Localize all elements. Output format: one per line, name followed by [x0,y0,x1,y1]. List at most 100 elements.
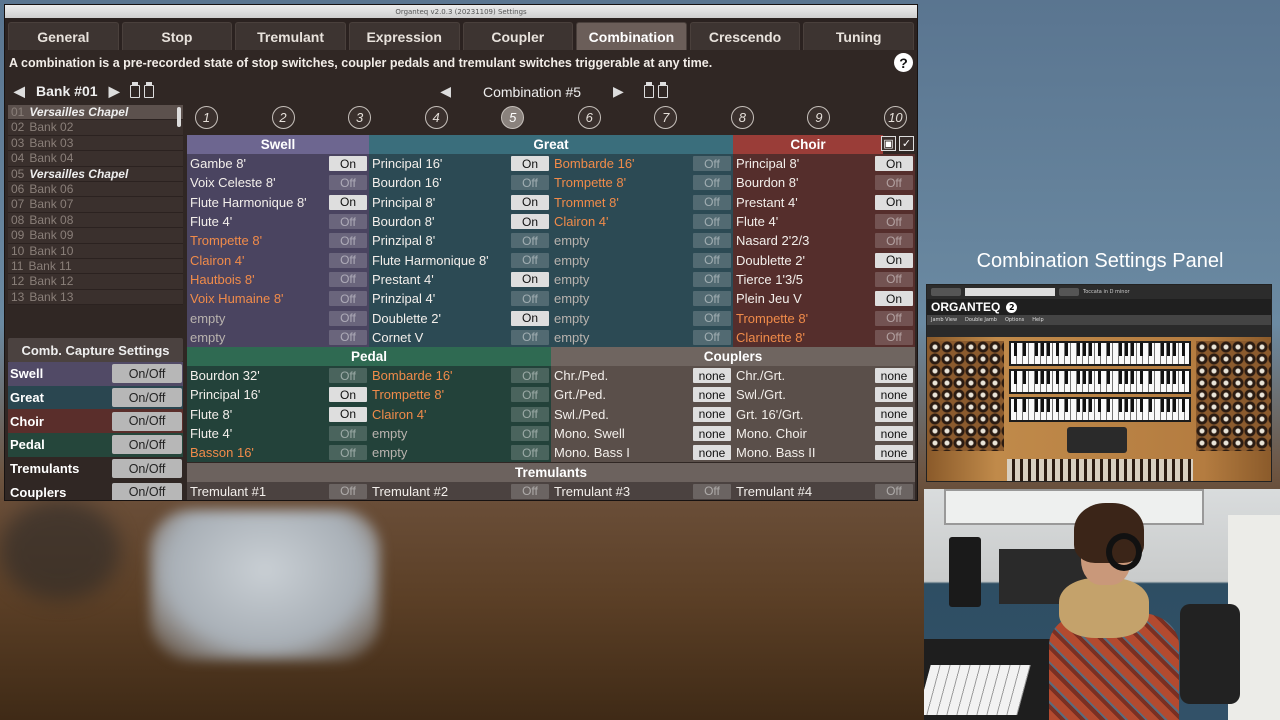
stop-toggle[interactable]: Off [693,252,731,268]
stop-toggle[interactable]: Off [693,175,731,191]
stop-toggle[interactable]: none [693,426,731,442]
capture-toggle-button[interactable]: On/Off [112,459,182,479]
tab-expression[interactable]: Expression [348,22,460,50]
stop-toggle[interactable]: On [329,406,367,422]
stop-toggle[interactable]: none [875,445,913,461]
stop-toggle[interactable]: Off [693,233,731,249]
stop-toggle[interactable]: Off [511,406,549,422]
next-bank-arrow-icon[interactable]: ▶ [103,83,126,100]
stop-toggle[interactable]: Off [329,214,367,230]
stop-toggle[interactable]: On [511,310,549,326]
stop-toggle[interactable]: none [693,387,731,403]
url-bar[interactable] [965,288,1055,296]
combination-button-3[interactable]: 3 [348,106,372,129]
stop-toggle[interactable]: Off [875,233,913,249]
copy-combination-icon[interactable] [643,82,654,98]
stop-toggle[interactable]: On [511,194,549,210]
stop-toggle[interactable]: Off [693,194,731,210]
stop-toggle[interactable]: none [875,406,913,422]
bank-list-item[interactable]: 13 Bank 13 [8,289,183,306]
capture-toggle-button[interactable]: On/Off [112,411,182,431]
stop-toggle[interactable]: Off [329,233,367,249]
combination-button-4[interactable]: 4 [424,106,448,129]
pedalboard[interactable] [1007,459,1193,481]
stop-toggle[interactable]: Off [511,387,549,403]
stop-toggle[interactable]: Off [511,426,549,442]
stop-toggle[interactable]: Off [511,252,549,268]
transport-buttons[interactable] [931,288,961,296]
stop-toggle[interactable]: On [329,387,367,403]
stop-toggle[interactable]: Off [875,214,913,230]
stop-toggle[interactable]: none [875,426,913,442]
stop-toggle[interactable]: Off [693,329,731,345]
combination-button-8[interactable]: 8 [730,106,754,129]
organ-menu-item[interactable]: Jamb View [931,317,957,323]
stop-toggle[interactable]: Off [329,271,367,287]
stop-toggle[interactable]: Off [329,368,367,384]
capture-toggle-button[interactable]: On/Off [112,435,182,455]
stop-toggle[interactable]: Off [511,329,549,345]
stop-toggle[interactable]: On [329,194,367,210]
bank-list-item[interactable]: 12 Bank 12 [8,274,183,290]
stop-toggle[interactable]: On [511,156,549,172]
stop-toggle[interactable]: Off [511,291,549,307]
bank-list-item[interactable]: 01 Versailles Chapel [8,105,183,121]
stop-toggle[interactable]: Off [875,329,913,345]
stop-toggle[interactable]: Off [511,233,549,249]
tab-tremulant[interactable]: Tremulant [235,22,346,50]
stop-toggle[interactable]: Off [511,175,549,191]
stop-toggle[interactable]: On [875,252,913,268]
left-stop-knobs[interactable] [929,341,1004,451]
combination-button-5[interactable]: 5 [501,106,525,129]
bank-list-item[interactable]: 09 Bank 09 [8,228,183,244]
tremulant-toggle[interactable]: Off [875,483,913,499]
stop-toggle[interactable]: none [875,368,913,384]
stop-toggle[interactable]: Off [329,291,367,307]
bank-list-item[interactable]: 11 Bank 11 [8,258,183,275]
right-stop-knobs[interactable] [1196,341,1271,451]
manual-keyboard-3[interactable] [1009,341,1191,366]
bank-list-item[interactable]: 07 Bank 07 [8,197,183,213]
stop-toggle[interactable]: Off [693,310,731,326]
bank-list-item[interactable]: 02 Bank 02 [8,120,183,136]
stop-toggle[interactable]: Off [329,329,367,345]
stop-toggle[interactable]: On [329,156,367,172]
stop-toggle[interactable]: Off [511,445,549,461]
stop-toggle[interactable]: Off [693,291,731,307]
combination-button-10[interactable]: 10 [883,106,907,129]
tab-coupler[interactable]: Coupler [462,22,574,50]
select-all-icon[interactable]: ▣ [881,136,896,151]
organ-menu-item[interactable]: Help [1032,317,1043,323]
stop-toggle[interactable]: Off [875,271,913,287]
stop-toggle[interactable]: Off [329,445,367,461]
stop-toggle[interactable]: none [693,406,731,422]
bank-list-item[interactable]: 04 Bank 04 [8,151,183,167]
organ-menu-item[interactable]: Double Jamb [965,317,997,323]
stop-toggle[interactable]: On [875,291,913,307]
stop-toggle[interactable]: Off [693,156,731,172]
capture-toggle-button[interactable]: On/Off [112,482,182,500]
next-combination-arrow-icon[interactable]: ▶ [607,83,630,100]
stop-toggle[interactable]: On [511,214,549,230]
expression-pedals[interactable] [1067,427,1127,453]
stop-toggle[interactable]: none [875,387,913,403]
organ-menu-item[interactable]: Options [1005,317,1024,323]
copy-bank-icon[interactable] [129,81,140,98]
stop-toggle[interactable]: Off [693,214,731,230]
stop-toggle[interactable]: none [693,368,731,384]
combination-button-7[interactable]: 7 [654,106,678,129]
combination-button-9[interactable]: 9 [807,106,831,129]
tremulant-toggle[interactable]: Off [329,483,367,499]
stop-toggle[interactable]: Off [329,310,367,326]
bank-list-item[interactable]: 10 Bank 10 [8,243,183,259]
tremulant-toggle[interactable]: Off [511,483,549,499]
help-icon[interactable]: ? [894,53,913,72]
bank-list-scrollbar[interactable] [177,107,181,127]
bank-list-item[interactable]: 03 Bank 03 [8,135,183,152]
stop-toggle[interactable]: On [875,156,913,172]
stop-toggle[interactable]: Off [329,426,367,442]
bank-list-item[interactable]: 05 Versailles Chapel [8,166,183,182]
stop-toggle[interactable]: Off [511,368,549,384]
tab-tuning[interactable]: Tuning [803,22,914,50]
bank-list-item[interactable]: 06 Bank 06 [8,181,183,198]
